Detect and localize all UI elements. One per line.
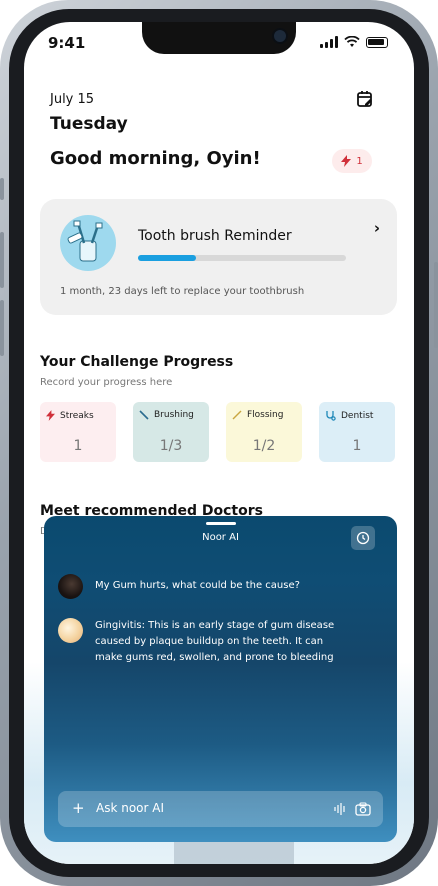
mute-switch [0, 178, 4, 200]
volume-down-button [0, 300, 4, 356]
reminder-title: Tooth brush Reminder [138, 228, 292, 244]
challenge-label: Dentist [341, 410, 374, 421]
challenge-card-brushing[interactable]: Brushing 1/3 [133, 402, 209, 462]
ask-ai-input[interactable]: + Ask noor AI [58, 791, 383, 827]
voice-wave-icon[interactable] [333, 802, 347, 816]
challenge-value: 1 [73, 438, 83, 454]
reminder-subtitle: 1 month, 23 days left to replace your to… [60, 286, 305, 297]
streak-count: 1 [356, 155, 363, 167]
history-button[interactable] [351, 526, 375, 550]
challenge-label: Streaks [60, 410, 94, 421]
front-camera [272, 28, 288, 44]
challenge-card-streaks[interactable]: Streaks 1 [40, 402, 116, 462]
noor-ai-chat-panel: Noor AI My Gum hurts, what could be the … [44, 516, 397, 842]
stethoscope-icon [326, 411, 336, 421]
challenge-value: 1/3 [159, 438, 183, 454]
drag-handle[interactable] [206, 522, 236, 525]
current-weekday: Tuesday [50, 114, 128, 134]
signal-icon [320, 36, 338, 48]
floss-icon [232, 410, 242, 420]
reminder-progress-fill [138, 255, 197, 261]
challenge-value: 1/2 [252, 438, 276, 454]
ai-message-text: Gingivitis: This is an early stage of gu… [95, 620, 335, 663]
user-message-text: My Gum hurts, what could be the cause? [95, 580, 300, 591]
streak-badge[interactable]: 1 [332, 149, 372, 173]
history-icon [356, 531, 370, 545]
ai-avatar [58, 618, 83, 643]
calendar-edit-icon[interactable] [356, 90, 374, 108]
volume-up-button [0, 232, 4, 288]
wifi-icon [344, 36, 360, 47]
challenge-subtitle: Record your progress here [40, 377, 173, 388]
challenge-label: Brushing [154, 410, 194, 420]
ai-panel-title: Noor AI [202, 532, 239, 543]
challenge-card-flossing[interactable]: Flossing 1/2 [226, 402, 302, 462]
reminder-progress-bar [138, 255, 346, 261]
chat-message-ai: Gingivitis: This is an early stage of gu… [58, 618, 340, 666]
challenge-card-dentist[interactable]: Dentist 1 [319, 402, 395, 462]
toothbrush-reminder-card[interactable]: Tooth brush Reminder › 1 month, 23 days … [40, 199, 397, 315]
challenge-label: Flossing [247, 410, 284, 420]
toothbrush-icon [139, 410, 149, 420]
chevron-right-icon[interactable]: › [374, 219, 380, 237]
toothbrush-illustration [60, 215, 116, 271]
camera-icon[interactable] [355, 802, 371, 816]
chat-message-user: My Gum hurts, what could be the cause? [58, 574, 340, 599]
plus-icon[interactable]: + [72, 799, 85, 817]
power-button [434, 262, 438, 348]
battery-icon [366, 36, 388, 48]
lightning-icon [46, 410, 55, 421]
user-avatar [58, 574, 83, 599]
dynamic-island [142, 22, 296, 54]
status-time: 9:41 [48, 34, 86, 52]
toothbrush-cup-icon [67, 220, 103, 262]
challenge-value: 1 [352, 438, 362, 454]
greeting: Good morning, Oyin! [50, 148, 261, 169]
status-icons [320, 36, 388, 48]
lightning-icon [341, 155, 352, 167]
screen: 9:41 July 15 Tuesday Good morning, Oyin!… [24, 22, 414, 864]
current-date: July 15 [50, 92, 95, 107]
challenge-title: Your Challenge Progress [40, 354, 234, 370]
ask-ai-placeholder: Ask noor AI [96, 801, 165, 815]
